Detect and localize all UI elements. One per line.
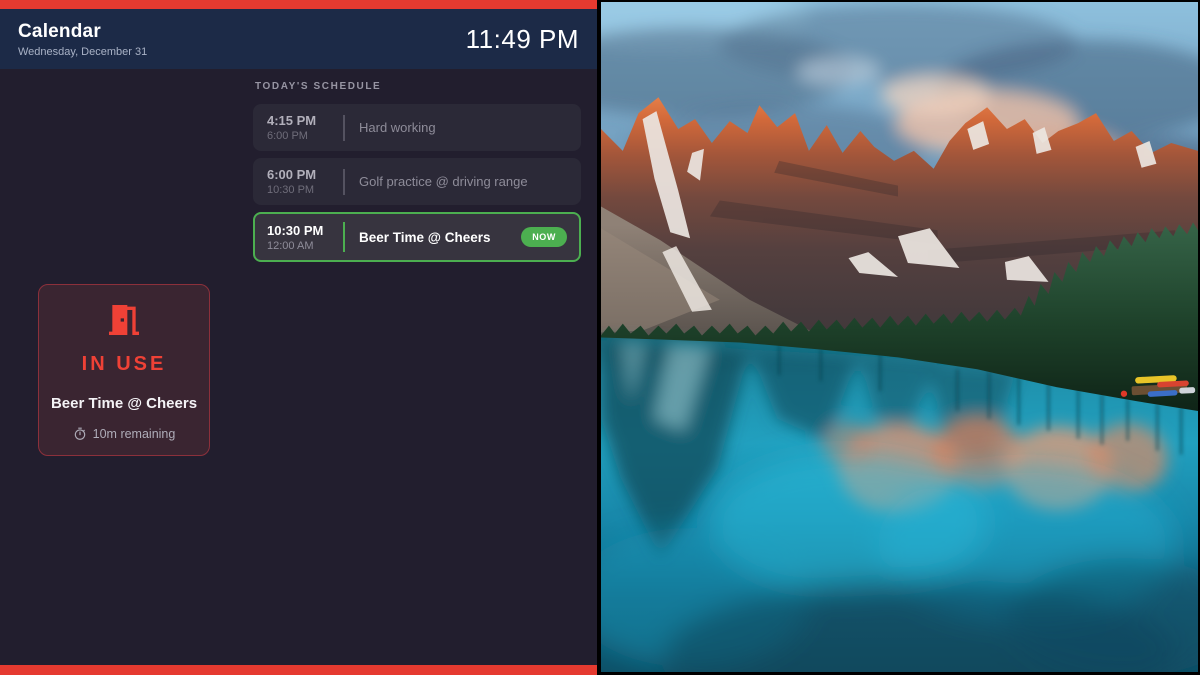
event-start-time: 10:30 PM [267, 223, 329, 238]
clock: 11:49 PM [466, 24, 579, 55]
header-date: Wednesday, December 31 [18, 46, 147, 58]
event-times: 4:15 PM 6:00 PM [267, 113, 329, 142]
schedule-event-row-current[interactable]: 10:30 PM 12:00 AM Beer Time @ Cheers NOW [253, 212, 581, 262]
event-title: Beer Time @ Cheers [359, 230, 490, 245]
event-end-time: 12:00 AM [267, 240, 329, 252]
wallpaper-photo: Turquoise mountain lake at sunset: orang… [597, 0, 1200, 675]
lake-photo: Turquoise mountain lake at sunset: orang… [601, 2, 1198, 672]
time-remaining-label: 10m remaining [93, 427, 176, 441]
schedule-heading: TODAY'S SCHEDULE [255, 81, 581, 92]
schedule-event-row[interactable]: 4:15 PM 6:00 PM Hard working [253, 104, 581, 151]
event-divider [343, 169, 345, 195]
event-divider [343, 115, 345, 141]
event-title: Golf practice @ driving range [359, 174, 528, 189]
timer-icon [73, 427, 87, 441]
bottom-accent-bar [0, 665, 597, 675]
event-end-time: 6:00 PM [267, 130, 329, 142]
event-times: 6:00 PM 10:30 PM [267, 167, 329, 196]
status-badge: IN USE [82, 353, 167, 376]
top-accent-bar [0, 0, 597, 9]
room-display-app: Calendar Wednesday, December 31 11:49 PM… [0, 0, 1200, 675]
event-start-time: 4:15 PM [267, 113, 329, 128]
page-title: Calendar [18, 21, 147, 43]
event-times: 10:30 PM 12:00 AM [267, 223, 329, 252]
room-status-card: IN USE Beer Time @ Cheers 10m remaining [38, 284, 210, 456]
now-badge: NOW [521, 227, 567, 247]
event-divider [343, 222, 345, 252]
event-title: Hard working [359, 120, 436, 135]
status-event-name: Beer Time @ Cheers [51, 395, 197, 412]
schedule-event-row[interactable]: 6:00 PM 10:30 PM Golf practice @ driving… [253, 158, 581, 205]
meeting-room-door-icon [104, 300, 144, 340]
event-start-time: 6:00 PM [267, 167, 329, 182]
event-end-time: 10:30 PM [267, 184, 329, 196]
schedule-list: TODAY'S SCHEDULE 4:15 PM 6:00 PM Hard wo… [253, 81, 581, 269]
main-content: IN USE Beer Time @ Cheers 10m remaining … [0, 69, 597, 665]
header-titles: Calendar Wednesday, December 31 [18, 21, 147, 58]
calendar-panel: Calendar Wednesday, December 31 11:49 PM… [0, 0, 597, 675]
header: Calendar Wednesday, December 31 11:49 PM [0, 9, 597, 69]
time-remaining: 10m remaining [73, 427, 176, 441]
